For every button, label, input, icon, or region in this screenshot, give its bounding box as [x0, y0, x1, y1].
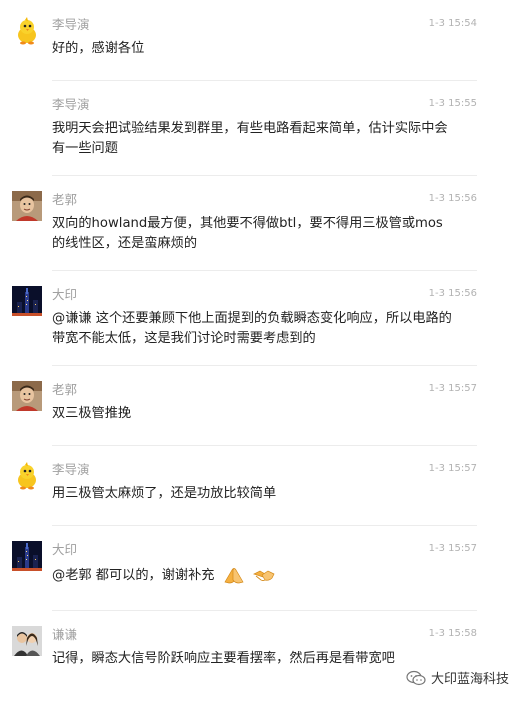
message-text: @老郭 都可以的，谢谢补充	[52, 566, 452, 586]
message-text: 我明天会把试验结果发到群里，有些电路看起来简单，估计实际中会有一些问题	[52, 121, 448, 156]
message-divider	[52, 365, 477, 366]
message-divider	[52, 445, 477, 446]
message-text: @谦谦 这个还要兼顾下他上面提到的负载瞬态变化响应，所以电路的带宽不能太低，这是…	[52, 311, 452, 346]
message-time: 1-3 15:58	[428, 628, 477, 639]
message-text: 用三极管太麻烦了，还是功放比较简单	[52, 486, 277, 501]
wechat-icon	[406, 670, 426, 686]
message-time: 1-3 15:56	[428, 193, 477, 204]
city-night-avatar[interactable]	[12, 286, 42, 316]
sender-name: 李导演	[52, 462, 90, 477]
sender-name: 老郭	[52, 382, 78, 397]
message-text: 双三极管推挽	[52, 406, 132, 421]
message-time: 1-3 15:57	[428, 543, 477, 554]
sender-name: 李导演	[52, 97, 90, 112]
message-text: 好的，感谢各位	[52, 41, 145, 56]
sender-name: 李导演	[52, 17, 90, 32]
sender-name: 大印	[52, 287, 78, 302]
message-divider	[52, 610, 477, 611]
couple-photo-avatar[interactable]	[12, 626, 42, 656]
praying-hands-emoji	[223, 566, 245, 584]
city-night-avatar[interactable]	[12, 541, 42, 571]
sender-name: 大印	[52, 542, 78, 557]
message-time: 1-3 15:56	[428, 288, 477, 299]
message-time: 1-3 15:55	[428, 98, 477, 109]
sender-name: 老郭	[52, 192, 78, 207]
message-text: 记得，瞬态大信号阶跃响应主要看摆率，然后再是看带宽吧	[52, 651, 395, 666]
chat-history: 李导演 1-3 15:54 好的，感谢各位 李导演 1-3 15:55 我明天会…	[0, 0, 523, 701]
chick-avatar[interactable]	[12, 16, 42, 46]
man-avatar[interactable]	[12, 191, 42, 221]
handshake-emoji	[252, 566, 275, 584]
message-divider	[52, 525, 477, 526]
message-time: 1-3 15:57	[428, 383, 477, 394]
watermark-text: 大印蓝海科技	[430, 672, 509, 687]
message-divider	[52, 175, 477, 176]
message-divider	[52, 270, 477, 271]
message-time: 1-3 15:54	[428, 18, 477, 29]
message-divider	[52, 80, 477, 81]
sender-name: 谦谦	[52, 627, 78, 642]
watermark: 大印蓝海科技	[406, 668, 509, 687]
man-avatar[interactable]	[12, 381, 42, 411]
chick-avatar[interactable]	[12, 461, 42, 491]
message-time: 1-3 15:57	[428, 463, 477, 474]
message-text-content: @老郭 都可以的，谢谢补充	[52, 568, 215, 583]
message-text: 双向的howland最方便，其他要不得做btl，要不得用三极管或mos的线性区，…	[52, 216, 443, 251]
